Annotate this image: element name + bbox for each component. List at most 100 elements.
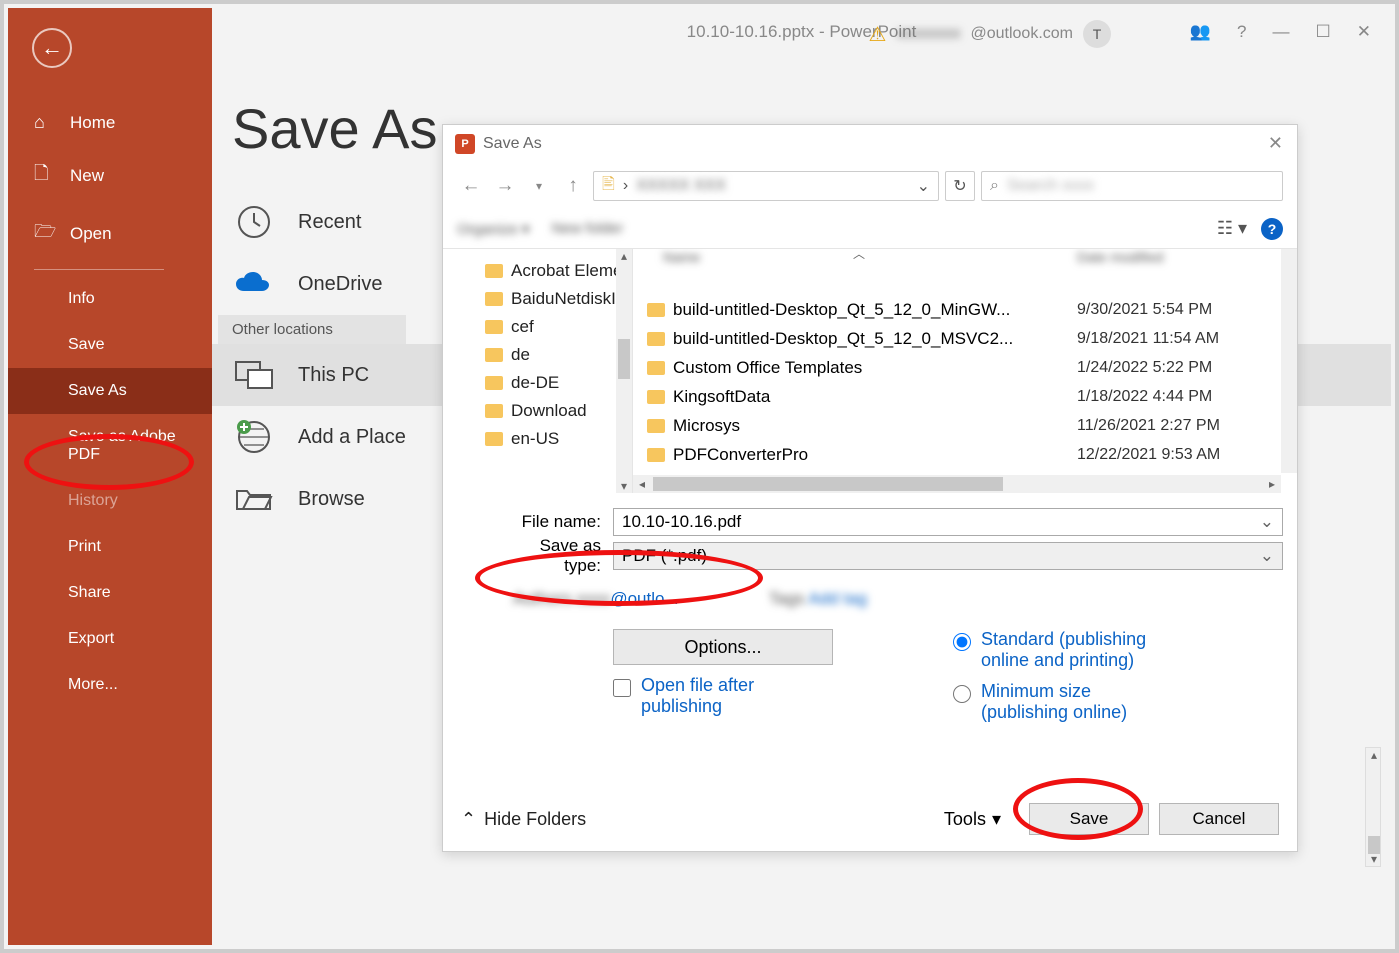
tree-node[interactable]: BaiduNetdiskI [443, 285, 632, 313]
tree-scrollbar[interactable]: ▴▾ [616, 249, 632, 493]
sidebar-save[interactable]: Save [8, 322, 212, 368]
tree-node[interactable]: cef [443, 313, 632, 341]
file-scrollbar-v[interactable] [1281, 249, 1297, 473]
refresh-button[interactable]: ↻ [945, 171, 975, 201]
sidebar-more[interactable]: More... [8, 662, 212, 708]
save-as-dialog: P Save As ✕ ← → ▾ ↑ 🖹› XXXXX XXX ⌄ ↻ ⌕ S… [442, 124, 1298, 852]
sort-indicator-icon[interactable]: ︿ [853, 249, 865, 262]
optimize-standard-radio[interactable] [953, 633, 971, 651]
chevron-down-icon[interactable]: ⌄ [1260, 512, 1274, 532]
label: Open [70, 224, 112, 244]
back-button[interactable]: ← [32, 28, 72, 68]
sidebar-home[interactable]: ⌂Home [8, 98, 212, 147]
save-button[interactable]: Save [1029, 803, 1149, 835]
scroll-down-icon[interactable]: ▾ [1366, 852, 1382, 866]
file-scrollbar-h[interactable]: ◂▸ [633, 475, 1281, 493]
scroll-up-icon[interactable]: ▴ [1366, 748, 1382, 762]
tree-node[interactable]: Acrobat Eleme [443, 257, 632, 285]
open-after-checkbox[interactable] [613, 679, 631, 697]
dialog-title: Save As [483, 135, 542, 153]
file-row[interactable]: PDFConverterPro12/22/2021 9:53 AM [633, 440, 1297, 469]
backstage-sidebar: ← ⌂Home 🗋 New 🗁 Open Info Save Save As Sav… [8, 8, 212, 945]
file-list[interactable]: NameDate modified ︿ build-untitled-Deskt… [633, 249, 1297, 493]
sidebar-save-as[interactable]: Save As [8, 368, 212, 414]
sidebar-new[interactable]: 🗋 New [8, 147, 212, 205]
sidebar-share[interactable]: Share [8, 570, 212, 616]
maximize-icon[interactable]: ☐ [1316, 22, 1331, 42]
file-row[interactable]: build-untitled-Desktop_Qt_5_12_0_MSVC2..… [633, 324, 1297, 353]
folder-icon [485, 264, 503, 278]
clock-icon [232, 204, 276, 240]
file-name-label: File name: [503, 512, 613, 532]
warning-icon: ⚠ [869, 22, 887, 47]
nav-up-icon[interactable]: ↑ [559, 175, 587, 197]
folder-icon [647, 361, 665, 375]
view-icon[interactable]: ☷ ▾ [1217, 218, 1247, 239]
open-after-checkbox-row[interactable]: Open file after publishing [613, 675, 833, 717]
file-name-input[interactable]: 10.10-10.16.pdf⌄ [613, 508, 1283, 536]
sidebar-history: History [8, 478, 212, 524]
file-row[interactable]: Microsys11/26/2021 2:27 PM [633, 411, 1297, 440]
tree-node[interactable]: de [443, 341, 632, 369]
new-icon: 🗋 [34, 161, 56, 191]
dialog-titlebar: P Save As ✕ [443, 125, 1297, 163]
folder-icon [647, 448, 665, 462]
tree-node[interactable]: Download [443, 397, 632, 425]
folder-tree[interactable]: Acrobat Eleme BaiduNetdiskI cef de de-DE… [443, 249, 633, 493]
nav-forward-icon[interactable]: → [491, 175, 519, 197]
nav-back-icon[interactable]: ← [457, 175, 485, 197]
folder-icon: 🖹 [602, 173, 615, 200]
label: Home [70, 113, 115, 133]
new-folder-button[interactable]: New folder [552, 220, 624, 237]
optimize-minimum-radio[interactable] [953, 685, 971, 703]
tags-value[interactable]: Add tag [808, 589, 867, 608]
folder-icon [647, 332, 665, 346]
avatar[interactable]: T [1083, 20, 1111, 48]
file-row[interactable]: Custom Office Templates1/24/2022 5:22 PM [633, 353, 1297, 382]
help-icon[interactable]: ? [1237, 22, 1246, 42]
hide-folders-button[interactable]: ⌃Hide Folders [461, 809, 586, 830]
label: New [70, 166, 104, 186]
sidebar-export[interactable]: Export [8, 616, 212, 662]
chevron-down-icon[interactable]: ⌄ [1260, 546, 1274, 566]
search-input[interactable]: ⌕ Search xxxx [981, 171, 1283, 201]
optimize-minimum-row[interactable]: Minimum size (publishing online) [953, 681, 1181, 723]
open-icon: 🗁 [34, 219, 56, 249]
page-scrollbar[interactable]: ▴ ▾ [1365, 747, 1381, 867]
folder-icon [647, 419, 665, 433]
search-icon: ⌕ [990, 177, 999, 195]
address-bar[interactable]: 🖹› XXXXX XXX ⌄ [593, 171, 939, 201]
folder-icon [485, 432, 503, 446]
tools-menu[interactable]: Tools▾ [944, 809, 1001, 830]
tags-label: Tags [769, 589, 805, 608]
minimize-icon[interactable]: — [1273, 22, 1290, 42]
powerpoint-icon: P [455, 134, 475, 154]
tree-node[interactable]: de-DE [443, 369, 632, 397]
author-link[interactable]: @outlo... [610, 589, 678, 608]
chevron-down-icon[interactable]: ⌄ [917, 176, 930, 196]
file-row[interactable]: KingsoftData1/18/2022 4:44 PM [633, 382, 1297, 411]
sidebar-open[interactable]: 🗁 Open [8, 205, 212, 263]
nav-toolbar: ← → ▾ ↑ 🖹› XXXXX XXX ⌄ ↻ ⌕ Search xxxx [443, 163, 1297, 209]
close-icon[interactable]: ✕ [1268, 133, 1283, 154]
nav-history-icon[interactable]: ▾ [525, 179, 553, 193]
options-button[interactable]: Options... [613, 629, 833, 665]
file-row[interactable]: build-untitled-Desktop_Qt_5_12_0_MinGW..… [633, 295, 1297, 324]
account-area[interactable]: ⚠ xxxxxxxx@outlook.com T [869, 20, 1111, 48]
authors-label: Authors xxxx [513, 589, 610, 608]
sidebar-print[interactable]: Print [8, 524, 212, 570]
teams-icon[interactable]: 👥 [1190, 22, 1211, 42]
organize-toolbar: Organize ▾ New folder ☷ ▾ ? [443, 209, 1297, 249]
tree-node[interactable]: en-US [443, 425, 632, 453]
folder-icon [647, 303, 665, 317]
cancel-button[interactable]: Cancel [1159, 803, 1279, 835]
close-icon[interactable]: ✕ [1357, 22, 1371, 42]
save-as-type-select[interactable]: PDF (*.pdf)⌄ [613, 542, 1283, 570]
optimize-standard-row[interactable]: Standard (publishing online and printing… [953, 629, 1181, 671]
sidebar-save-adobe[interactable]: Save as Adobe PDF [8, 414, 212, 478]
onedrive-icon [232, 271, 276, 297]
title-bar: 10.10-10.16.pptx - PowerPoint ⚠ xxxxxxxx… [212, 8, 1391, 56]
help-icon[interactable]: ? [1261, 218, 1283, 240]
sidebar-info[interactable]: Info [8, 276, 212, 322]
organize-button[interactable]: Organize ▾ [457, 220, 530, 238]
